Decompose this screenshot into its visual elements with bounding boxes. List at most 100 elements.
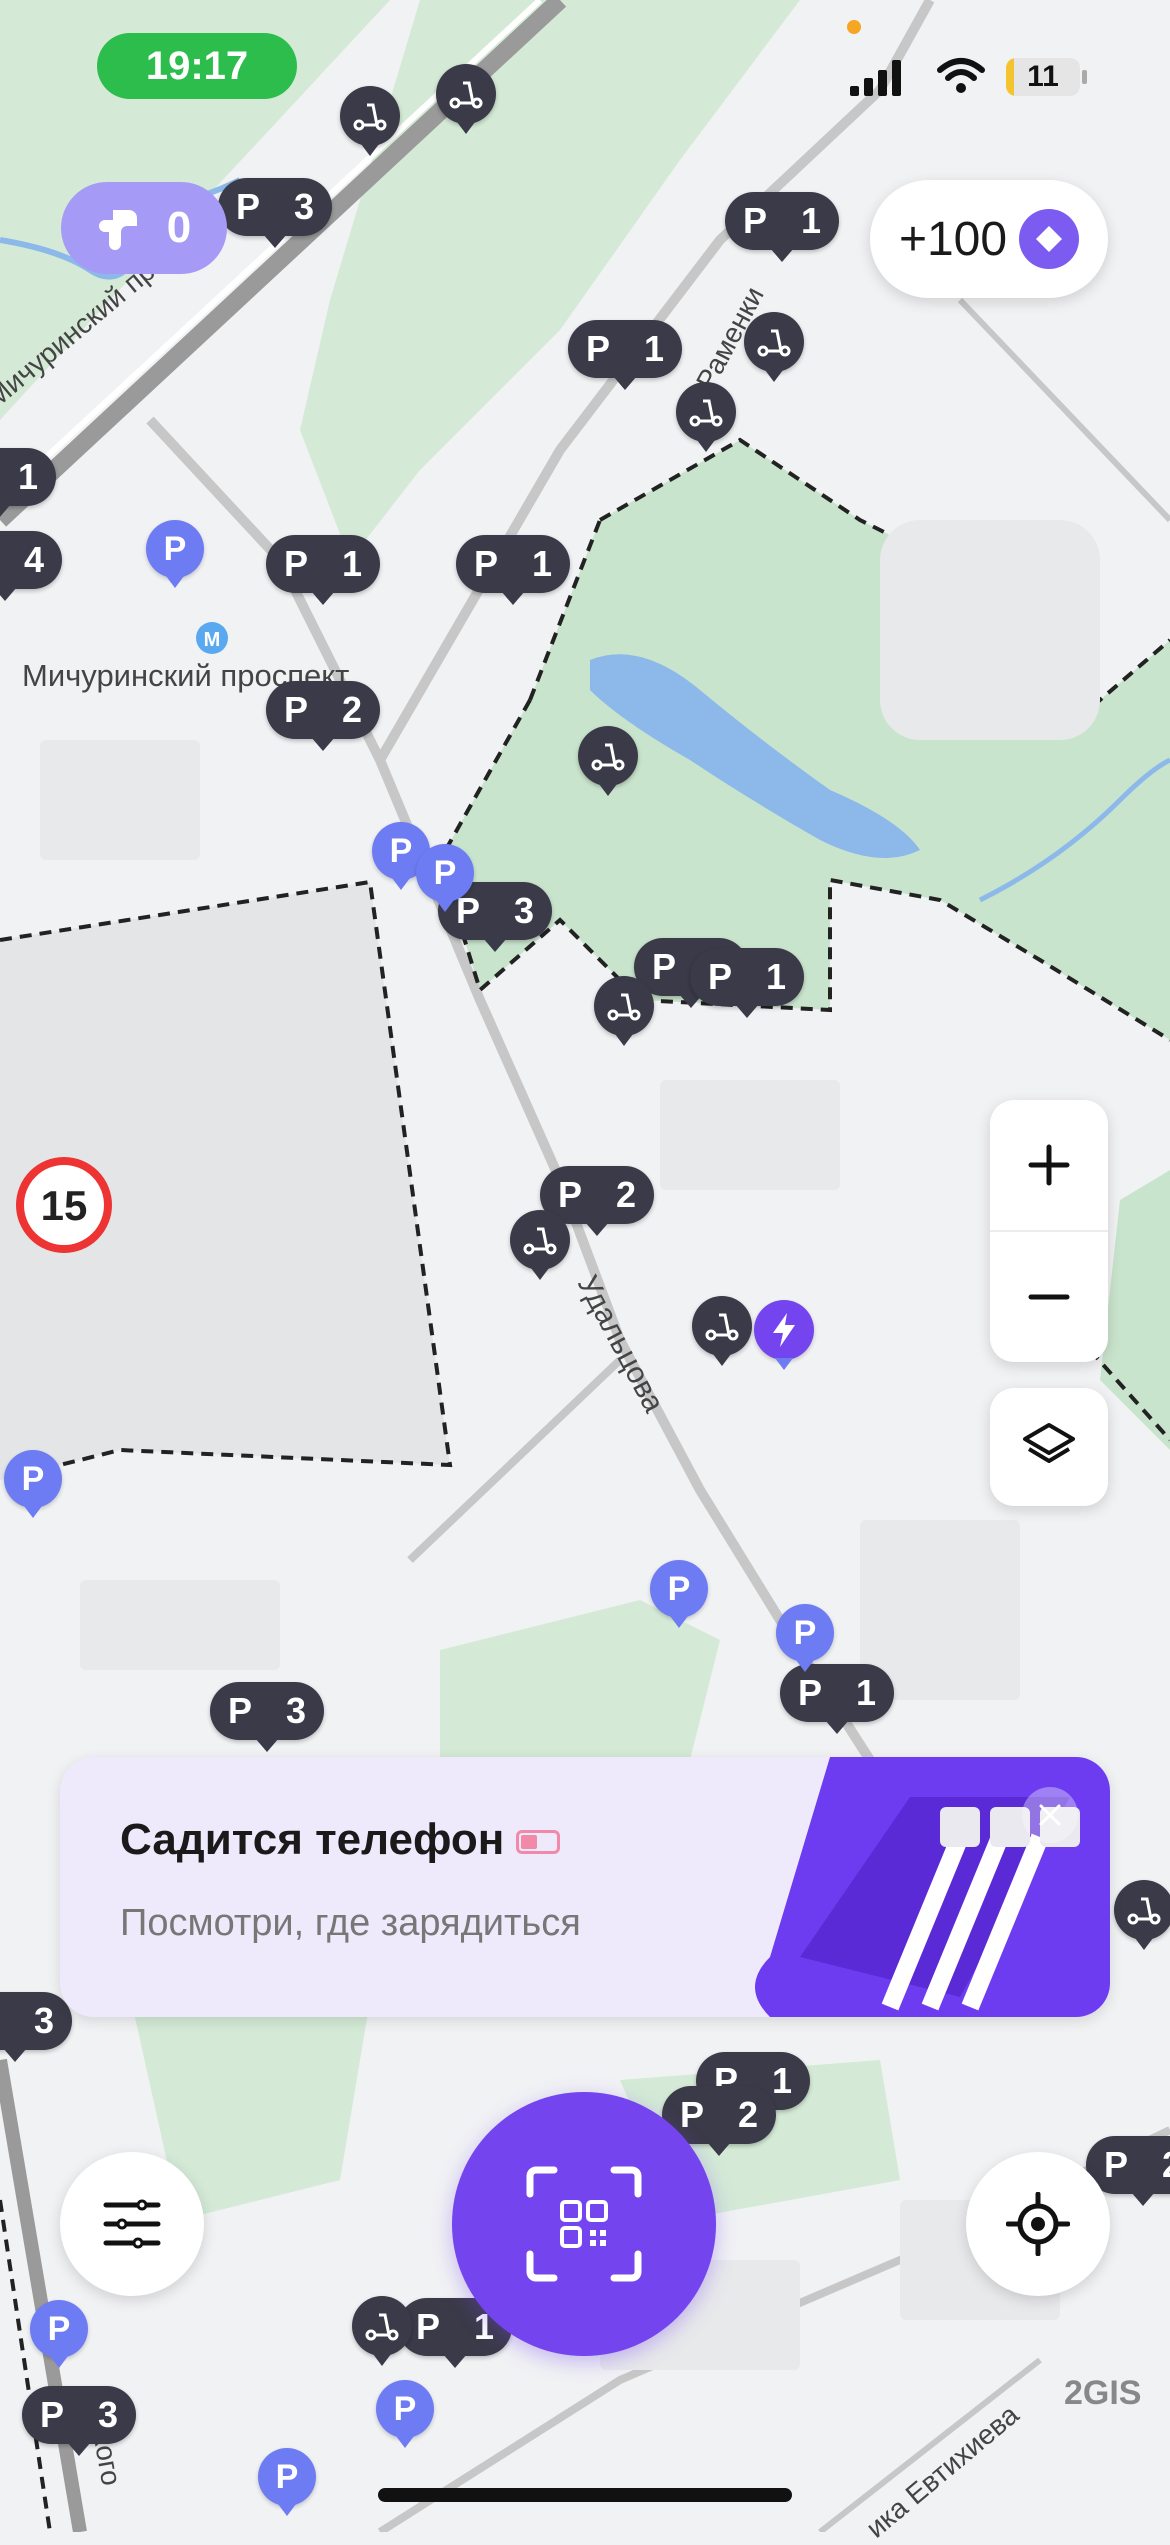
scan-qr-button[interactable] (452, 2092, 716, 2356)
map-attribution: 2GIS (1064, 2374, 1141, 2413)
parking-letter: P (558, 1174, 582, 1216)
battery-icon: 11 (1006, 58, 1080, 96)
parking-spot-icon[interactable]: P (4, 1450, 62, 1508)
parking-letter: P (40, 2394, 64, 2436)
scooter-icon[interactable] (510, 1210, 570, 1270)
locate-me-button[interactable] (966, 2152, 1110, 2296)
kick-count: 0 (167, 203, 191, 253)
parking-letter: P (284, 543, 308, 585)
parking-letter: P (680, 2094, 704, 2136)
parking-letter: P (416, 2306, 440, 2348)
promo-title: Садится телефон (120, 1815, 560, 1865)
parking-count: 1 (856, 1672, 876, 1714)
parking-marker[interactable]: P1 (690, 948, 804, 1006)
battery-percent: 11 (1006, 58, 1080, 96)
close-icon (1038, 1803, 1062, 1827)
parking-marker[interactable]: P1 (0, 448, 56, 506)
parking-spot-icon[interactable]: P (258, 2448, 316, 2506)
parking-letter: P (798, 1672, 822, 1714)
parking-letter: P (1104, 2144, 1128, 2186)
parking-letter: P (228, 1690, 252, 1732)
home-indicator (378, 2488, 792, 2502)
parking-letter: P (236, 186, 260, 228)
bonus-button[interactable]: +100 (870, 180, 1108, 298)
svg-text:M: M (204, 629, 221, 651)
parking-count: 3 (286, 1690, 306, 1732)
parking-marker[interactable]: P1 (568, 320, 682, 378)
close-button[interactable] (1022, 1787, 1078, 1843)
parking-count: 1 (18, 456, 38, 498)
plus-icon (1027, 1143, 1071, 1187)
parking-count: 1 (342, 543, 362, 585)
parking-spot-icon[interactable]: P (650, 1560, 708, 1618)
scooter-icon[interactable] (436, 64, 496, 124)
speed-limit-value: 15 (33, 1182, 95, 1230)
orange-dot (847, 20, 861, 34)
parking-count: 2 (616, 1174, 636, 1216)
bonus-value: +100 (899, 212, 1007, 267)
promo-card[interactable]: Садится телефон Посмотри, где зарядиться (60, 1757, 1110, 2017)
scooter-icon[interactable] (340, 86, 400, 146)
parking-letter: P (743, 200, 767, 242)
parking-count: 3 (34, 2000, 54, 2042)
parking-letter: P (652, 946, 676, 988)
crosshair-icon (1006, 2192, 1070, 2256)
charging-station-icon[interactable] (754, 1300, 814, 1360)
parking-spot-icon[interactable]: P (376, 2380, 434, 2438)
signal-icon (850, 58, 910, 98)
zoom-control (990, 1100, 1108, 1362)
scooter-icon[interactable] (352, 2296, 412, 2356)
scooter-icon[interactable] (744, 312, 804, 372)
battery-cap (1082, 70, 1087, 84)
qr-scan-icon (524, 2164, 644, 2284)
scooter-icon[interactable] (578, 726, 638, 786)
layers-button[interactable] (990, 1388, 1108, 1506)
parking-marker[interactable]: P1 (266, 535, 380, 593)
parking-marker[interactable]: P3 (22, 2386, 136, 2444)
low-battery-icon (516, 1830, 560, 1854)
zoom-in-button[interactable] (990, 1100, 1108, 1232)
status-time: 19:17 (97, 33, 297, 99)
parking-letter: P (708, 956, 732, 998)
parking-spot-icon[interactable]: P (30, 2300, 88, 2358)
filter-menu-icon (102, 2199, 162, 2249)
parking-marker[interactable]: P3 (210, 1682, 324, 1740)
parking-marker[interactable]: P3 (218, 178, 332, 236)
parking-count: 4 (24, 539, 44, 581)
bonus-diamond-icon (1019, 209, 1079, 269)
parking-count: 1 (801, 200, 821, 242)
parking-count: 2 (1162, 2144, 1170, 2186)
parking-count: 2 (342, 689, 362, 731)
parking-count: 3 (294, 186, 314, 228)
parking-spot-icon[interactable]: P (146, 520, 204, 578)
parking-letter: P (586, 328, 610, 370)
parking-marker[interactable]: P1 (725, 192, 839, 250)
parking-count: 1 (772, 2060, 792, 2102)
scooter-icon[interactable] (676, 382, 736, 442)
parking-count: 2 (738, 2094, 758, 2136)
parking-count: 1 (532, 543, 552, 585)
parking-marker[interactable]: P2 (266, 681, 380, 739)
wifi-icon (936, 56, 986, 96)
scooter-icon[interactable] (594, 976, 654, 1036)
parking-marker[interactable]: P1 (780, 1664, 894, 1722)
parking-marker[interactable]: P1 (456, 535, 570, 593)
parking-letter: P (284, 689, 308, 731)
parking-spot-icon[interactable]: P (776, 1604, 834, 1662)
parking-count: 1 (644, 328, 664, 370)
menu-button[interactable] (60, 2152, 204, 2296)
scooter-icon[interactable] (692, 1296, 752, 1356)
layers-icon (1021, 1419, 1077, 1475)
scooter-icon[interactable] (1114, 1880, 1170, 1940)
kick-icon (97, 204, 145, 252)
zoom-out-button[interactable] (990, 1232, 1108, 1362)
kick-counter-button[interactable]: 0 (61, 182, 227, 274)
parking-count: 3 (98, 2394, 118, 2436)
parking-spot-icon[interactable]: P (416, 844, 474, 902)
promo-subtitle: Посмотри, где зарядиться (120, 1902, 581, 1945)
parking-count: 3 (514, 890, 534, 932)
parking-marker[interactable]: P4 (0, 531, 62, 589)
parking-letter: P (474, 543, 498, 585)
minus-icon (1027, 1275, 1071, 1319)
parking-marker[interactable]: P3 (0, 1992, 72, 2050)
